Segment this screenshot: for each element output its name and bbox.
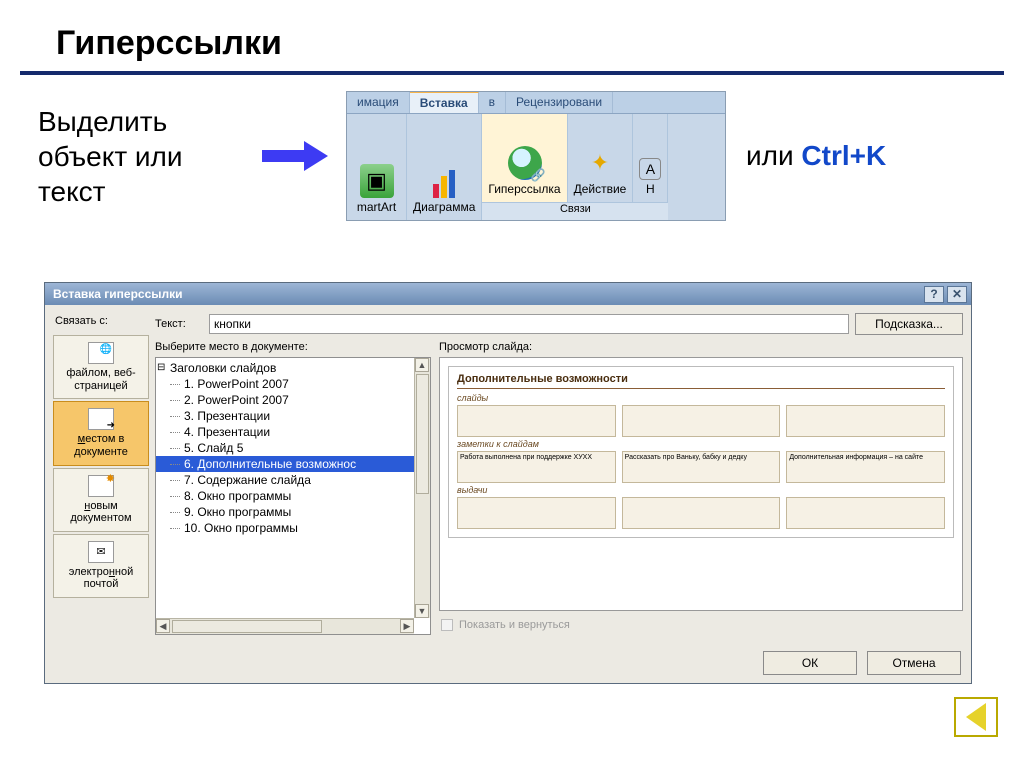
insert-hyperlink-dialog: Вставка гиперссылки ? ✕ Связать с: 🌐 фай… <box>44 282 972 684</box>
email-icon: ✉ <box>88 541 114 563</box>
tree-item[interactable]: 3. Презентации <box>156 408 414 424</box>
checkbox-icon <box>441 619 453 631</box>
tree-item[interactable]: 8. Окно программы <box>156 488 414 504</box>
scroll-up-icon[interactable]: ▲ <box>415 358 429 372</box>
display-text-input[interactable] <box>209 314 849 334</box>
preview-slide-title: Дополнительные возможности <box>457 373 945 389</box>
ok-button[interactable]: ОК <box>763 651 857 675</box>
file-web-icon: 🌐 <box>88 342 114 364</box>
text-field-label: Текст: <box>155 318 203 330</box>
cancel-button[interactable]: Отмена <box>867 651 961 675</box>
preview-section: слайды <box>457 393 945 403</box>
ribbon-next-button[interactable]: A Н <box>633 114 668 202</box>
close-button[interactable]: ✕ <box>947 286 967 303</box>
screentip-button[interactable]: Подсказка... <box>855 313 963 335</box>
or-shortcut-text: или Ctrl+K <box>746 140 886 172</box>
dialog-title: Вставка гиперссылки <box>53 287 183 301</box>
tree-item[interactable]: 7. Содержание слайда <box>156 472 414 488</box>
linkto-new-doc[interactable]: ✸ новымдокументом <box>53 468 149 532</box>
linkto-email[interactable]: ✉ электроннойпочтой <box>53 534 149 598</box>
preview-thumb <box>457 405 616 437</box>
tree-item[interactable]: 2. PowerPoint 2007 <box>156 392 414 408</box>
slide-preview: Дополнительные возможности слайды заметк… <box>439 357 963 611</box>
scroll-right-icon[interactable]: ▶ <box>400 619 414 633</box>
ribbon-snapshot: имация Вставка в Рецензировани ▣ martArt… <box>346 91 726 221</box>
preview-section: заметки к слайдам <box>457 439 945 449</box>
tree-item[interactable]: 9. Окно программы <box>156 504 414 520</box>
place-in-doc-icon: ➜ <box>88 408 114 430</box>
arrow-right-icon <box>262 141 332 171</box>
tree-label: Выберите место в документе: <box>155 341 431 353</box>
preview-thumb <box>786 497 945 529</box>
help-button[interactable]: ? <box>924 286 944 303</box>
ribbon-next-label: Н <box>646 182 655 196</box>
show-and-return-checkbox: Показать и вернуться <box>439 615 963 635</box>
tree-item[interactable]: 5. Слайд 5 <box>156 440 414 456</box>
tree-item[interactable]: 1. PowerPoint 2007 <box>156 376 414 392</box>
instruction-text: Выделить объект или текст <box>38 104 248 209</box>
chart-icon <box>427 164 461 198</box>
tree-item-selected[interactable]: 6. Дополнительные возможнос <box>156 456 414 472</box>
scroll-down-icon[interactable]: ▼ <box>415 604 429 618</box>
nav-previous-button[interactable] <box>954 697 998 737</box>
preview-thumb <box>622 497 781 529</box>
dialog-titlebar[interactable]: Вставка гиперссылки ? ✕ <box>45 283 971 305</box>
tree-item[interactable]: 4. Презентации <box>156 424 414 440</box>
preview-thumb: Работа выполнена при поддержке ХУХХ <box>457 451 616 483</box>
ribbon-hyperlink-button[interactable]: 🔗 Гиперссылка <box>482 114 567 202</box>
ribbon-chart-button[interactable]: Диаграмма <box>407 114 482 220</box>
smartart-icon: ▣ <box>360 164 394 198</box>
ribbon-tab-v[interactable]: в <box>479 92 506 113</box>
preview-section: выдачи <box>457 485 945 495</box>
link-to-label: Связать с: <box>53 313 149 333</box>
horizontal-scrollbar[interactable]: ◀ ▶ <box>156 618 414 634</box>
ribbon-hyperlink-label: Гиперссылка <box>488 182 560 196</box>
scroll-left-icon[interactable]: ◀ <box>156 619 170 633</box>
preview-thumb: Рассказать про Ваньку, бабку и дедку <box>622 451 781 483</box>
ribbon-action-label: Действие <box>574 182 627 196</box>
scroll-thumb[interactable] <box>416 374 429 494</box>
ribbon-tab-animation[interactable]: имация <box>347 92 410 113</box>
ribbon-group-links: Связи <box>482 202 668 220</box>
tree-root[interactable]: Заголовки слайдов <box>156 360 414 376</box>
preview-label: Просмотр слайда: <box>439 341 963 353</box>
ribbon-chart-label: Диаграмма <box>413 200 475 214</box>
linkto-file-web[interactable]: 🌐 файлом, веб-страницей <box>53 335 149 399</box>
preview-thumb <box>786 405 945 437</box>
textbox-icon: A <box>639 158 661 180</box>
vertical-scrollbar[interactable]: ▲ ▼ <box>414 358 430 618</box>
ribbon-tab-insert[interactable]: Вставка <box>410 92 479 113</box>
scroll-thumb[interactable] <box>172 620 322 633</box>
document-tree[interactable]: Заголовки слайдов 1. PowerPoint 2007 2. … <box>155 357 431 635</box>
preview-thumb <box>457 497 616 529</box>
globe-link-icon: 🔗 <box>508 146 542 180</box>
action-star-icon: ✦ <box>583 146 617 180</box>
ribbon-tab-review[interactable]: Рецензировани <box>506 92 613 113</box>
ribbon-smartart-button[interactable]: ▣ martArt <box>347 114 407 220</box>
new-doc-icon: ✸ <box>88 475 114 497</box>
preview-thumb <box>622 405 781 437</box>
ribbon-smartart-label: martArt <box>357 200 396 214</box>
linkto-place-in-doc[interactable]: ➜ мместом вестом вдокументе <box>53 401 149 465</box>
tree-item[interactable]: 10. Окно программы <box>156 520 414 536</box>
slide-title: Гиперссылки <box>20 0 1004 75</box>
ribbon-action-button[interactable]: ✦ Действие <box>568 114 634 202</box>
preview-thumb: Дополнительная информация – на сайте <box>786 451 945 483</box>
